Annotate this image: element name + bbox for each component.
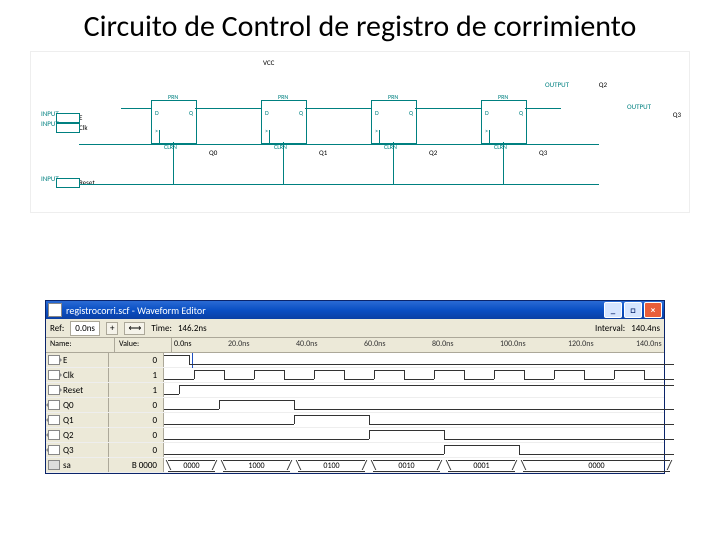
signal-value: 0 (109, 398, 164, 412)
net-label-Clk: Clk (79, 123, 88, 132)
signal-plot[interactable] (164, 443, 664, 457)
time-tick: 60.0ns (364, 339, 386, 349)
maximize-button[interactable]: □ (624, 302, 642, 318)
signal-value: 0 (109, 428, 164, 442)
flipflop-0: PRNDQ>CLRN (151, 100, 197, 144)
wave-row-E[interactable]: E0 (46, 353, 664, 368)
wave-row-Clk[interactable]: Clk1 (46, 368, 664, 383)
signal-name: Q0 (46, 398, 109, 412)
bus-value: 0000 (168, 460, 215, 472)
signal-value: 0 (109, 353, 164, 367)
signal-name: Q3 (46, 443, 109, 457)
output-q2: Q2 (599, 80, 607, 89)
wave-row-Q2[interactable]: Q20 (46, 428, 664, 443)
bus-value: 0001 (448, 460, 515, 472)
net-q1: Q1 (319, 148, 327, 157)
time-tick: 120.0ns (568, 339, 594, 349)
signal-name: E (46, 353, 109, 367)
close-button[interactable]: × (644, 302, 662, 318)
in-icon (48, 355, 60, 365)
in-icon (48, 370, 60, 380)
zero-marker: 0.0ns (174, 339, 191, 349)
signal-name: Q2 (46, 428, 109, 442)
signal-plot[interactable] (164, 368, 664, 382)
wave-row-Q1[interactable]: Q10 (46, 413, 664, 428)
minimize-button[interactable]: _ (604, 302, 622, 318)
column-name-header: Name: (46, 338, 115, 352)
wave-row-Q0[interactable]: Q00 (46, 398, 664, 413)
title-bar[interactable]: registrocorri.scf - Waveform Editor _ □ … (46, 301, 664, 319)
bus-icon (48, 460, 60, 470)
signal-name: Q1 (46, 413, 109, 427)
signal-value: 1 (109, 383, 164, 397)
app-icon (48, 303, 62, 317)
out-icon (48, 430, 60, 440)
time-tick: 20.0ns (228, 339, 250, 349)
ref-field[interactable]: 0.0ns (70, 321, 100, 336)
signal-name: Clk (46, 368, 109, 382)
signal-value: 1 (109, 368, 164, 382)
waveform-window: registrocorri.scf - Waveform Editor _ □ … (45, 300, 665, 474)
time-tick: 140.0ns (636, 339, 662, 349)
out-icon (48, 415, 60, 425)
time-tick: 100.0ns (500, 339, 526, 349)
net-label-Reset: Reset (79, 178, 95, 187)
time-tick: 80.0ns (432, 339, 454, 349)
bus-value: 1000 (223, 460, 290, 472)
wave-row-sa[interactable]: saB 0000000010000100001000010000 (46, 458, 664, 473)
out-icon (48, 400, 60, 410)
output-label-2: OUTPUT (627, 102, 651, 111)
input-port (56, 113, 80, 123)
signal-value: 0 (109, 443, 164, 457)
signal-plot[interactable] (164, 413, 664, 427)
slide-title: Circuito de Control de registro de corri… (40, 10, 680, 43)
zoom-fit-button[interactable]: ⟷ (124, 322, 145, 335)
flipflop-3: PRNDQ>CLRN (481, 100, 527, 144)
signal-value: B 0000 (109, 458, 164, 472)
signal-value: 0 (109, 413, 164, 427)
net-q0: Q0 (209, 148, 217, 157)
bus-value: 0100 (298, 460, 365, 472)
column-value-header: Value: (115, 338, 172, 352)
time-label: Time: (151, 323, 172, 334)
wave-row-Q3[interactable]: Q30 (46, 443, 664, 458)
zoom-plus-button[interactable]: + (106, 322, 118, 335)
signal-plot[interactable] (164, 353, 664, 367)
net-q2: Q2 (429, 148, 437, 157)
out-icon (48, 445, 60, 455)
wave-grid-header: Name: Value: 0.0ns 20.0ns 40.0ns 60.0ns 80.… (46, 338, 664, 353)
signal-name: Reset (46, 383, 109, 397)
time-tick: 40.0ns (296, 339, 318, 349)
toolbar: Ref: 0.0ns + ⟷ Time: 146.2ns Interval: 1… (46, 319, 664, 338)
interval-label: Interval: (595, 323, 625, 334)
input-port (56, 123, 80, 133)
in-icon (48, 385, 60, 395)
signal-plot[interactable] (164, 383, 664, 397)
signal-plot[interactable] (164, 398, 664, 412)
output-label: OUTPUT (545, 80, 569, 89)
time-value: 146.2ns (178, 323, 207, 334)
bus-value: 0000 (523, 460, 670, 472)
circuit-diagram: INPUTEINPUTClkINPUTResetVCCPRNDQ>CLRNQ0P… (30, 51, 690, 213)
signal-name: sa (46, 458, 109, 472)
time-axis: 0.0ns 20.0ns 40.0ns 60.0ns 80.0ns 100.0ns 120… (172, 338, 664, 352)
window-title: registrocorri.scf - Waveform Editor (66, 304, 604, 317)
input-port (56, 178, 80, 188)
vcc-label: VCC (263, 58, 274, 67)
bus-value: 0010 (373, 460, 440, 472)
net-q3: Q3 (539, 148, 547, 157)
flipflop-2: PRNDQ>CLRN (371, 100, 417, 144)
interval-value: 140.4ns (631, 323, 660, 334)
output-q3: Q3 (673, 110, 681, 119)
signal-plot[interactable] (164, 428, 664, 442)
wave-row-Reset[interactable]: Reset1 (46, 383, 664, 398)
wave-body[interactable]: E0Clk1Reset1Q00Q10Q20Q30saB 000000001000… (46, 353, 664, 473)
ref-label: Ref: (50, 323, 64, 334)
signal-plot[interactable]: 000010000100001000010000 (164, 458, 664, 472)
flipflop-1: PRNDQ>CLRN (261, 100, 307, 144)
